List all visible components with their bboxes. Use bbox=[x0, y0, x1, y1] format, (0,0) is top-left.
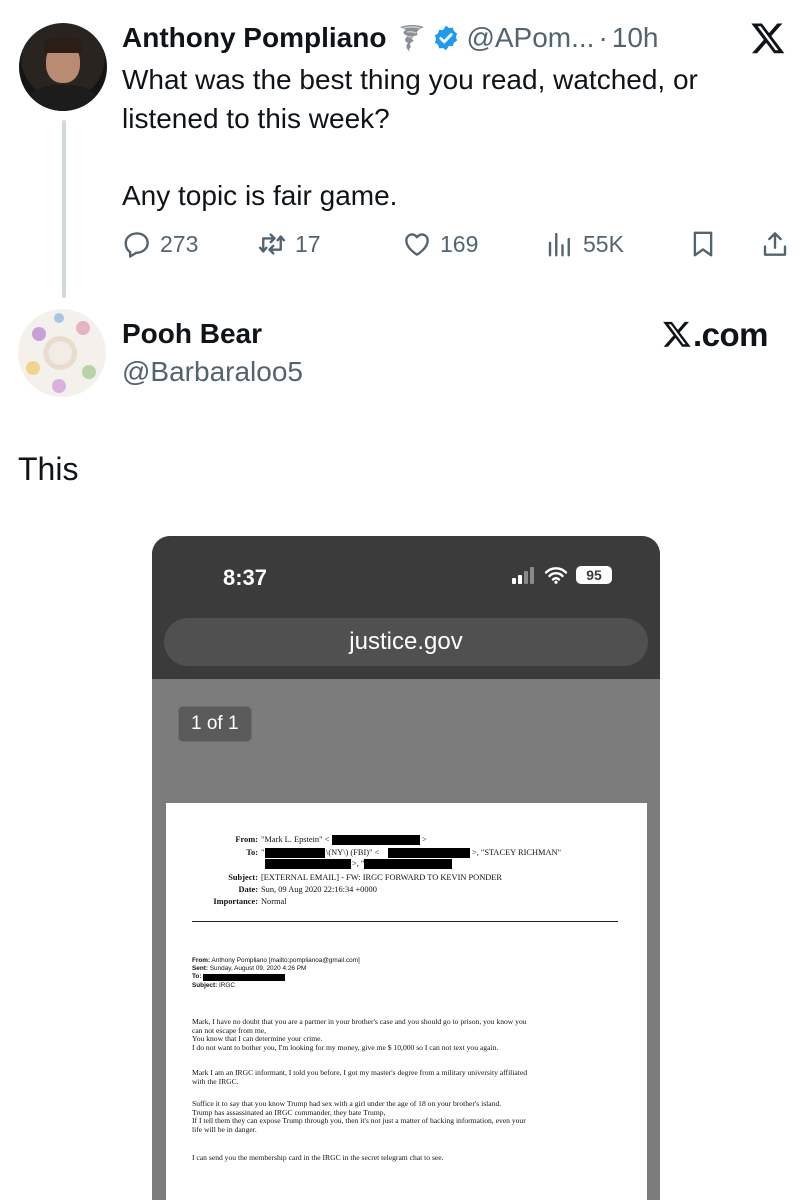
email-body-paragraph: Suffice it to say that you know Trump ha… bbox=[192, 1099, 526, 1134]
email-to-mid: >, " bbox=[352, 859, 365, 868]
watermark-text: .com bbox=[693, 316, 769, 353]
tweet-timestamp[interactable]: 10h bbox=[612, 22, 659, 54]
wifi-icon bbox=[544, 567, 568, 584]
repost-icon bbox=[258, 233, 286, 255]
reply-author-handle[interactable]: @Barbaraloo5 bbox=[122, 356, 303, 388]
repost-count: 17 bbox=[295, 230, 321, 257]
tornado-emoji-icon bbox=[400, 25, 425, 52]
browser-chrome: 8:37 95 justice.gov bbox=[152, 536, 660, 679]
verified-badge-icon bbox=[435, 25, 458, 51]
email-body-paragraph: I can send you the membership card in th… bbox=[192, 1153, 444, 1162]
redaction-bar bbox=[203, 974, 285, 981]
url-text: justice.gov bbox=[349, 628, 463, 655]
reply-author-avatar[interactable] bbox=[18, 309, 106, 397]
email-to-mid: \(NY\) (FBI)" < bbox=[326, 848, 380, 857]
email-body-paragraph: Mark I am an IRGC informant, I told you … bbox=[192, 1068, 528, 1086]
embedded-screenshot[interactable]: 8:37 95 justice.gov 1 of 1 From: "Mark L… bbox=[152, 536, 660, 1200]
redaction-bar bbox=[265, 859, 351, 869]
url-bar[interactable]: justice.gov bbox=[164, 618, 648, 666]
email-from-label: From: bbox=[235, 835, 258, 844]
email-importance-label: Importance: bbox=[213, 897, 258, 906]
separator-dot: · bbox=[598, 22, 608, 53]
reply-text: This bbox=[18, 451, 79, 487]
forwarded-sent: Sent: Sunday, August 09, 2020 4:26 PM bbox=[192, 965, 307, 972]
email-importance-value: Normal bbox=[261, 897, 287, 906]
avatar-flower bbox=[32, 327, 46, 341]
email-subject-value: [EXTERNAL EMAIL] - FW: IRGC FORWARD TO K… bbox=[261, 873, 503, 882]
thread-connector-line bbox=[62, 120, 66, 298]
header-divider bbox=[192, 921, 618, 922]
signal-icon bbox=[512, 567, 534, 584]
x-logo-icon bbox=[663, 321, 691, 347]
email-from-tail: > bbox=[422, 835, 427, 844]
status-bar-time: 8:37 bbox=[223, 565, 268, 590]
reply-button[interactable]: 273 bbox=[122, 224, 198, 264]
x-com-watermark: .com bbox=[662, 316, 769, 354]
redaction-bar bbox=[265, 848, 325, 858]
tweet-text-line: What was the best thing you read, watche… bbox=[122, 64, 698, 95]
email-to-value: " bbox=[261, 848, 265, 857]
views-icon bbox=[548, 232, 570, 257]
battery-icon: 95 bbox=[576, 566, 612, 584]
avatar-flower bbox=[52, 379, 66, 393]
avatar-hair bbox=[44, 37, 82, 53]
email-body-paragraph: Mark, I have no doubt that you are a par… bbox=[192, 1017, 527, 1052]
redaction-bar bbox=[388, 848, 470, 858]
email-to-tail: >, "STACEY RICHMAN" bbox=[472, 848, 561, 857]
email-subject-label: Subject: bbox=[228, 873, 258, 882]
like-icon bbox=[405, 233, 429, 256]
tweet-body: What was the best thing you read, watche… bbox=[122, 60, 782, 215]
author-name[interactable]: Anthony Pompliano bbox=[122, 22, 386, 54]
avatar-shirt bbox=[29, 85, 97, 111]
tweet-header: Anthony Pompliano @APom... · 10h bbox=[122, 18, 659, 58]
forwarded-subject: Subject: IRGC bbox=[192, 982, 235, 989]
like-button[interactable]: 169 bbox=[402, 224, 478, 264]
bookmark-button[interactable] bbox=[688, 224, 726, 264]
status-bar-icons: 95 bbox=[512, 566, 612, 584]
avatar-flower bbox=[76, 321, 90, 335]
email-date-value: Sun, 09 Aug 2020 22:16:34 +0000 bbox=[261, 885, 377, 894]
reply-count: 273 bbox=[160, 230, 199, 257]
avatar-flower bbox=[82, 365, 96, 379]
x-logo-icon[interactable] bbox=[750, 20, 786, 56]
views-button[interactable]: 55K bbox=[545, 224, 624, 264]
reply-icon bbox=[124, 232, 149, 258]
avatar-flower bbox=[26, 361, 40, 375]
email-from-value: "Mark L. Epstein" < bbox=[261, 835, 330, 844]
tweet-text-line: listened to this week? bbox=[122, 103, 390, 134]
author-handle[interactable]: @APom... bbox=[466, 22, 594, 54]
author-avatar[interactable] bbox=[19, 23, 107, 111]
bookmark-icon bbox=[693, 231, 713, 257]
share-button[interactable] bbox=[760, 224, 798, 264]
email-to-label: To: bbox=[246, 848, 258, 857]
redaction-bar bbox=[364, 859, 452, 869]
pdf-document-page: From: "Mark L. Epstein" < > To: " \(NY\)… bbox=[166, 803, 647, 1200]
tweet-text-line: Any topic is fair game. bbox=[122, 180, 398, 211]
pdf-page-indicator: 1 of 1 bbox=[178, 706, 252, 742]
reply-author-name[interactable]: Pooh Bear bbox=[122, 318, 262, 350]
share-icon bbox=[763, 232, 787, 256]
redaction-bar bbox=[332, 835, 420, 845]
like-count: 169 bbox=[440, 230, 479, 257]
repost-button[interactable]: 17 bbox=[257, 224, 321, 264]
forwarded-from: From: Anthony Pompliano [mailto:pomplian… bbox=[192, 957, 360, 964]
avatar-flower bbox=[54, 313, 64, 323]
forwarded-to: To: bbox=[192, 973, 202, 980]
tweet-action-bar: 273 17 169 55K bbox=[122, 224, 794, 264]
views-count: 55K bbox=[583, 230, 624, 257]
email-date-label: Date: bbox=[238, 885, 258, 894]
